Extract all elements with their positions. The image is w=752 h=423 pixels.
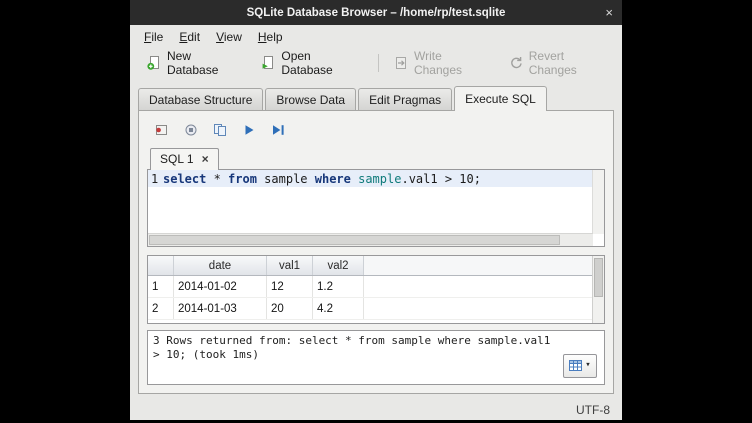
open-database-button[interactable]: Open Database bbox=[252, 46, 372, 80]
new-sql-button[interactable] bbox=[153, 121, 171, 138]
results-view-dropdown-button[interactable]: ▾ bbox=[563, 354, 597, 378]
line-number: 1 bbox=[151, 172, 163, 186]
write-changes-button[interactable]: Write Changes bbox=[385, 46, 500, 80]
main-tab-bar: Database Structure Browse Data Edit Prag… bbox=[130, 77, 622, 110]
query-status-text: 3 Rows returned from: select * from samp… bbox=[153, 334, 550, 361]
editor-horizontal-scrollbar[interactable] bbox=[148, 233, 593, 246]
results-scrollbar-thumb[interactable] bbox=[594, 258, 603, 297]
header-val1[interactable]: val1 bbox=[267, 256, 313, 276]
write-changes-label: Write Changes bbox=[414, 49, 492, 77]
menu-file[interactable]: File bbox=[136, 28, 171, 46]
open-database-label: Open Database bbox=[281, 49, 364, 77]
sql-tab-close-icon[interactable]: × bbox=[202, 153, 209, 165]
sqlite-browser-window: SQLite Database Browser – /home/rp/test.… bbox=[130, 0, 622, 420]
results-table: date val1 val2 1 2014-01-02 12 1.2 2 bbox=[148, 256, 592, 320]
sql-tab-sql1[interactable]: SQL 1 × bbox=[150, 148, 219, 170]
open-sql-file-icon bbox=[183, 122, 199, 138]
val2-cell[interactable]: 4.2 bbox=[313, 298, 364, 320]
sql-tab-label: SQL 1 bbox=[160, 152, 194, 166]
status-bar: UTF-8 bbox=[130, 399, 622, 420]
execute-current-line-button[interactable] bbox=[269, 121, 287, 138]
revert-changes-label: Revert Changes bbox=[529, 49, 614, 77]
sql-toolbar bbox=[145, 115, 607, 146]
save-sql-file-button[interactable] bbox=[211, 121, 229, 138]
revert-changes-icon bbox=[508, 55, 524, 71]
results-vertical-scrollbar[interactable] bbox=[592, 256, 604, 323]
window-close-button[interactable]: × bbox=[605, 0, 613, 25]
new-database-button[interactable]: New Database bbox=[138, 46, 252, 80]
tab-edit-pragmas[interactable]: Edit Pragmas bbox=[358, 88, 452, 110]
revert-changes-button[interactable]: Revert Changes bbox=[500, 46, 622, 80]
title-bar: SQLite Database Browser – /home/rp/test.… bbox=[130, 0, 622, 25]
val1-cell[interactable]: 12 bbox=[267, 276, 313, 298]
chevron-down-icon: ▾ bbox=[585, 360, 590, 372]
main-toolbar: New Database Open Database Write Changes bbox=[130, 48, 622, 77]
val1-cell[interactable]: 20 bbox=[267, 298, 313, 320]
editor-vertical-scrollbar[interactable] bbox=[592, 170, 604, 234]
editor-scrollbar-thumb[interactable] bbox=[149, 235, 560, 245]
row-number-cell[interactable]: 2 bbox=[148, 298, 174, 320]
encoding-indicator: UTF-8 bbox=[576, 403, 610, 417]
execute-sql-icon bbox=[241, 122, 257, 138]
sql-sub-tab-bar: SQL 1 × bbox=[145, 146, 607, 169]
new-database-label: New Database bbox=[167, 49, 244, 77]
row-filler bbox=[364, 276, 593, 298]
new-database-icon bbox=[146, 55, 162, 71]
sql-statement: select * from sample where sample.val1 >… bbox=[163, 172, 481, 186]
header-val2[interactable]: val2 bbox=[313, 256, 364, 276]
window-title: SQLite Database Browser – /home/rp/test.… bbox=[247, 7, 506, 19]
table-view-icon bbox=[569, 360, 582, 372]
results-header-row: date val1 val2 bbox=[148, 256, 592, 276]
tab-browse-data[interactable]: Browse Data bbox=[265, 88, 356, 110]
new-sql-icon bbox=[154, 122, 170, 138]
toolbar-separator bbox=[378, 54, 379, 72]
header-date[interactable]: date bbox=[174, 256, 267, 276]
date-cell[interactable]: 2014-01-03 bbox=[174, 298, 267, 320]
row-filler bbox=[364, 298, 593, 320]
tab-database-structure[interactable]: Database Structure bbox=[138, 88, 263, 110]
table-row[interactable]: 1 2014-01-02 12 1.2 bbox=[148, 276, 592, 298]
open-sql-file-button[interactable] bbox=[182, 121, 200, 138]
save-sql-file-icon bbox=[212, 122, 228, 138]
row-number-cell[interactable]: 1 bbox=[148, 276, 174, 298]
menu-view[interactable]: View bbox=[208, 28, 250, 46]
execute-sql-button[interactable] bbox=[240, 121, 258, 138]
execute-current-line-icon bbox=[270, 122, 286, 138]
open-database-icon bbox=[260, 55, 276, 71]
header-filler bbox=[364, 256, 593, 276]
val2-cell[interactable]: 1.2 bbox=[313, 276, 364, 298]
table-row[interactable]: 2 2014-01-03 20 4.2 bbox=[148, 298, 592, 320]
execute-sql-panel: SQL 1 × 1 select * from sample where sam… bbox=[138, 110, 614, 394]
header-row-number[interactable] bbox=[148, 256, 174, 276]
query-status-box: 3 Rows returned from: select * from samp… bbox=[147, 330, 605, 385]
menu-edit[interactable]: Edit bbox=[171, 28, 208, 46]
tab-execute-sql[interactable]: Execute SQL bbox=[454, 86, 547, 111]
sql-editor-current-line[interactable]: 1 select * from sample where sample.val1… bbox=[148, 170, 604, 187]
date-cell[interactable]: 2014-01-02 bbox=[174, 276, 267, 298]
desktop-background: SQLite Database Browser – /home/rp/test.… bbox=[0, 0, 752, 423]
write-changes-icon bbox=[393, 55, 409, 71]
sql-editor[interactable]: 1 select * from sample where sample.val1… bbox=[147, 169, 605, 247]
menu-help[interactable]: Help bbox=[250, 28, 291, 46]
results-grid: date val1 val2 1 2014-01-02 12 1.2 2 bbox=[147, 255, 605, 324]
